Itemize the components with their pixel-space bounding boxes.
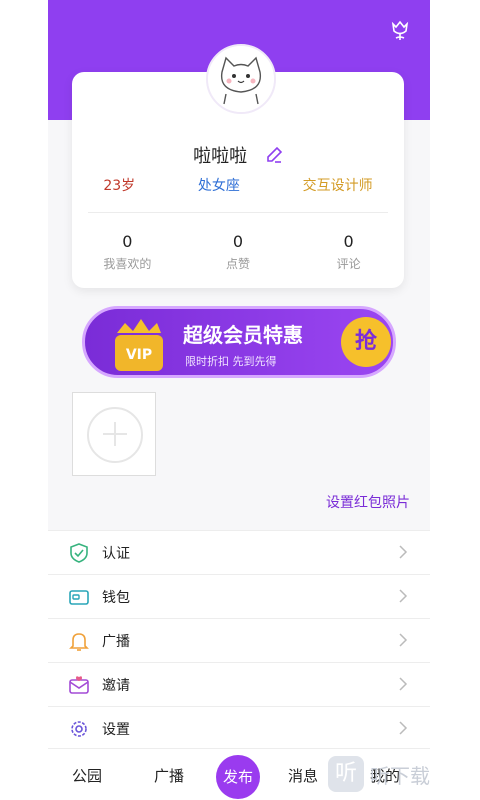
stat-likes-label: 我喜欢的 <box>103 257 152 271</box>
card-divider <box>88 212 388 213</box>
chevron-right-icon <box>399 633 408 647</box>
age-tag: 23岁 <box>103 178 136 194</box>
name-row: 啦啦啦 <box>72 142 404 168</box>
watermark-logo: 听 <box>328 756 364 792</box>
cat-avatar-icon <box>208 46 274 112</box>
chevron-right-icon <box>399 545 408 559</box>
avatar[interactable] <box>206 44 276 114</box>
chevron-right-icon <box>399 677 408 691</box>
vip-subtitle: 限时折扣 先到先得 <box>185 355 277 368</box>
tab-messages[interactable]: 消息 <box>288 765 318 786</box>
stat-thumbs-label: 点赞 <box>225 257 250 271</box>
tab-park[interactable]: 公园 <box>72 765 102 786</box>
vip-grab-button[interactable]: 抢 <box>341 317 391 367</box>
watermark-text: 听下载 <box>370 763 430 788</box>
stat-likes-value: 0 <box>122 232 133 251</box>
profile-stats: 0 我喜欢的 0 点赞 0 评论 <box>72 232 404 272</box>
stat-thumbs[interactable]: 0 点赞 <box>193 232 283 272</box>
plus-icon <box>87 407 143 463</box>
gear-icon <box>71 720 87 737</box>
menu-item-verify[interactable]: 认证 <box>48 530 430 574</box>
chevron-right-icon <box>399 589 408 603</box>
menu-item-wallet[interactable]: 钱包 <box>48 574 430 618</box>
add-photo-button[interactable] <box>72 392 156 476</box>
menu-item-label: 认证 <box>102 545 130 562</box>
profile-name: 啦啦啦 <box>193 146 248 167</box>
chevron-right-icon <box>399 721 408 735</box>
menu-item-label: 邀请 <box>102 677 130 694</box>
settings-menu: 认证 钱包 广播 邀请 设置 <box>48 530 430 750</box>
job-tag: 交互设计师 <box>302 178 373 194</box>
menu-item-broadcast[interactable]: 广播 <box>48 618 430 662</box>
tab-broadcast[interactable]: 广播 <box>154 765 184 786</box>
vip-banner[interactable]: VIP 超级会员特惠 限时折扣 先到先得 抢 <box>82 306 396 378</box>
stat-comments-label: 评论 <box>336 257 361 271</box>
vip-title: 超级会员特惠 <box>183 323 303 347</box>
tulip-icon[interactable] <box>388 18 412 42</box>
red-envelope-photo-link[interactable]: 设置红包照片 <box>326 492 410 512</box>
stat-thumbs-value: 0 <box>232 232 244 251</box>
phone-screen: 啦啦啦 23岁 处女座 交互设计师 0 我喜欢的 0 点赞 0 评论 VIP 超… <box>48 0 430 800</box>
zodiac-tag: 处女座 <box>197 178 240 194</box>
menu-item-settings[interactable]: 设置 <box>48 706 430 750</box>
stat-comments-value: 0 <box>343 232 354 251</box>
wallet-icon <box>69 589 89 605</box>
menu-item-label: 广播 <box>102 633 130 650</box>
bell-icon <box>69 632 89 651</box>
publish-button[interactable]: 发布 <box>216 755 260 799</box>
vip-crown-icon: VIP <box>115 319 163 371</box>
shield-check-icon <box>70 542 88 563</box>
vip-badge: VIP <box>126 347 152 363</box>
watermark: 听 听下载 <box>328 752 474 796</box>
edit-icon[interactable] <box>265 146 283 164</box>
envelope-icon <box>69 675 89 694</box>
menu-item-label: 设置 <box>102 721 130 738</box>
stat-likes[interactable]: 0 我喜欢的 <box>82 232 172 272</box>
menu-item-invite[interactable]: 邀请 <box>48 662 430 706</box>
menu-item-label: 钱包 <box>102 589 130 606</box>
profile-tags: 23岁 处女座 交互设计师 <box>72 175 404 195</box>
stat-comments[interactable]: 0 评论 <box>304 232 394 272</box>
